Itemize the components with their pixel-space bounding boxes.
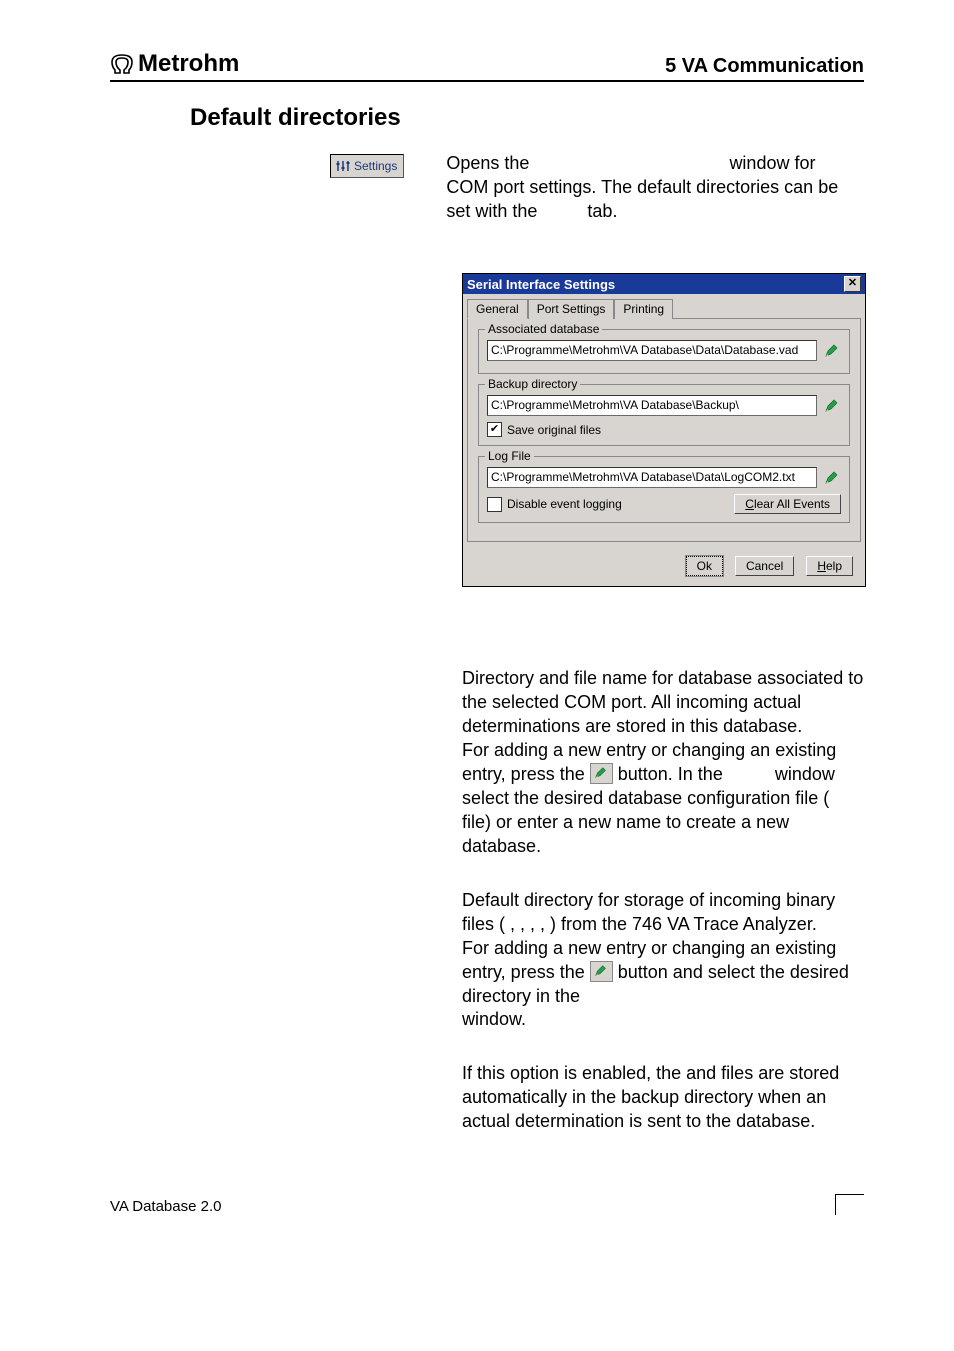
group-legend: Associated database (485, 322, 602, 336)
pencil-icon (590, 961, 613, 982)
group-associated-database: Associated database C:\Programme\Metrohm… (478, 329, 850, 374)
associated-db-field[interactable]: C:\Programme\Metrohm\VA Database\Data\Da… (487, 340, 817, 361)
group-legend: Log File (485, 449, 534, 463)
save-orig-para: If this option is enabled, the and files… (462, 1062, 864, 1134)
backup-para1: Default directory for storage of incomin… (462, 889, 864, 937)
pencil-icon (824, 398, 840, 414)
log-file-field[interactable]: C:\Programme\Metrohm\VA Database\Data\Lo… (487, 467, 817, 488)
assoc-db-para1: Directory and file name for database ass… (462, 667, 864, 739)
edit-assoc-db-button[interactable] (823, 342, 841, 360)
disable-logging-checkbox[interactable] (487, 497, 502, 512)
save-original-label: Save original files (507, 423, 601, 437)
disable-logging-label: Disable event logging (507, 497, 622, 511)
settings-button[interactable]: Settings (330, 154, 404, 178)
omega-icon (110, 53, 136, 75)
brand-logo: Metrohm (110, 50, 239, 78)
dialog-title: Serial Interface Settings (467, 277, 615, 292)
footer-left: VA Database 2.0 (110, 1198, 221, 1215)
chapter-title: 5 VA Communication (665, 55, 864, 78)
backup-para2: For adding a new entry or changing an ex… (462, 937, 864, 1033)
serial-interface-dialog: Serial Interface Settings ✕ General Port… (462, 273, 866, 587)
tab-general[interactable]: General (467, 299, 528, 319)
group-legend: Backup directory (485, 377, 580, 391)
backup-dir-field[interactable]: C:\Programme\Metrohm\VA Database\Backup\ (487, 395, 817, 416)
save-original-checkbox[interactable]: ✔ (487, 422, 502, 437)
sliders-icon (335, 159, 351, 173)
section-title: Default directories (190, 104, 864, 132)
pencil-icon (824, 470, 840, 486)
clear-all-events-button[interactable]: Clear All Events (734, 494, 841, 514)
tab-port-settings[interactable]: Port Settings (528, 299, 615, 319)
intro-paragraph: Opens the window for COM port settings. … (446, 152, 841, 223)
ok-button[interactable]: Ok (686, 556, 723, 576)
pencil-icon (824, 343, 840, 359)
close-icon[interactable]: ✕ (844, 276, 861, 292)
brand-text: Metrohm (138, 50, 239, 78)
cancel-button[interactable]: Cancel (735, 556, 794, 576)
edit-log-file-button[interactable] (823, 469, 841, 487)
group-backup-directory: Backup directory C:\Programme\Metrohm\VA… (478, 384, 850, 446)
page-number-box (835, 1194, 864, 1215)
pencil-icon (590, 763, 613, 784)
edit-backup-dir-button[interactable] (823, 397, 841, 415)
tab-printing[interactable]: Printing (614, 299, 673, 319)
assoc-db-para2: For adding a new entry or changing an ex… (462, 739, 864, 859)
group-log-file: Log File C:\Programme\Metrohm\VA Databas… (478, 456, 850, 523)
help-button[interactable]: Help (806, 556, 853, 576)
settings-button-label: Settings (354, 159, 397, 173)
